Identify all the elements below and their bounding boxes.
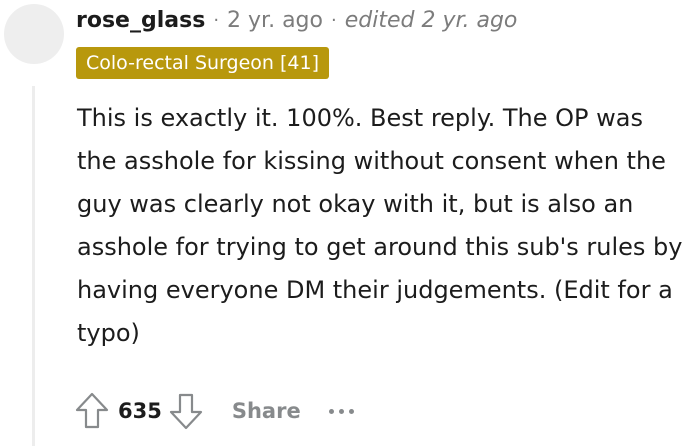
author-name[interactable]: rose_glass: [76, 8, 205, 33]
upvote-arrow-icon[interactable]: [72, 391, 112, 431]
meta-separator: ·: [330, 9, 337, 31]
downvote-arrow-icon[interactable]: [166, 391, 206, 431]
comment: rose_glass · 2 yr. ago · edited 2 yr. ag…: [0, 0, 700, 446]
comment-body: This is exactly it. 100%. Best reply. Th…: [77, 104, 683, 347]
thread-line[interactable]: [32, 86, 35, 446]
comment-meta: rose_glass · 2 yr. ago · edited 2 yr. ag…: [76, 4, 517, 36]
comment-actions: 635 Share: [72, 388, 359, 434]
avatar[interactable]: [4, 4, 64, 64]
more-dot: [328, 408, 334, 414]
share-button[interactable]: Share: [232, 399, 301, 423]
timestamp[interactable]: 2 yr. ago: [227, 8, 323, 33]
more-dot: [338, 408, 344, 414]
meta-separator: ·: [213, 9, 220, 31]
more-dot: [348, 408, 354, 414]
vote-score: 635: [118, 399, 162, 423]
edited-label: edited 2 yr. ago: [344, 7, 518, 33]
user-flair: Colo-rectal Surgeon [41]: [76, 47, 329, 79]
more-options-icon[interactable]: [328, 396, 359, 426]
